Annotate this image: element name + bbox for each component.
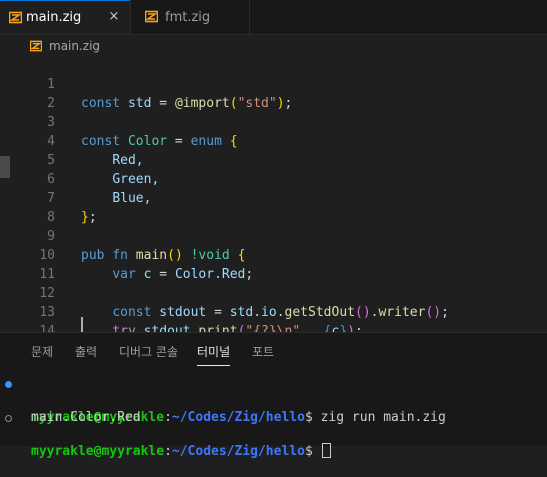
- panel-tabs: 문제 출력 디버그 콘솔 터미널 포트: [0, 333, 547, 369]
- terminal-line: myyrakle@myyrakle:~/Codes/Zig/hello$: [0, 409, 331, 459]
- tab-debug-console[interactable]: 디버그 콘솔: [119, 343, 178, 360]
- tab-label: main.zig: [26, 10, 82, 25]
- prompt-path: ~/Codes/Zig/hello: [171, 410, 305, 425]
- tab-fmt-zig[interactable]: fmt.zig: [130, 0, 250, 34]
- terminal-line: main.Color.Red: [0, 392, 141, 425]
- prompt-separator: :: [164, 444, 172, 459]
- prompt-user: myyrakle@myyrakle: [31, 444, 165, 459]
- zig-file-icon: [145, 10, 158, 23]
- command-success-icon[interactable]: [5, 381, 12, 388]
- text-cursor: [81, 317, 83, 332]
- code-line: 7 };: [0, 170, 547, 225]
- prompt-end: $: [304, 410, 313, 425]
- prompt-separator: :: [164, 410, 172, 425]
- code-line: 12 const stdout = std.io.getStdOut().wri…: [0, 265, 547, 320]
- tab-problems[interactable]: 문제: [31, 343, 53, 360]
- prompt-path: ~/Codes/Zig/hello: [171, 444, 305, 459]
- code-line: 2: [0, 75, 547, 111]
- tab-output[interactable]: 출력: [75, 343, 97, 360]
- code-line: 13 try stdout.print("{?}\n", .{c});: [0, 284, 547, 332]
- code-line: 8: [0, 189, 547, 225]
- terminal-command: [313, 444, 321, 459]
- terminal-prompt: myyrakle@myyrakle:~/Codes/Zig/hello$: [31, 443, 331, 460]
- terminal-cursor[interactable]: [321, 443, 331, 458]
- code-line: 6 Blue,: [0, 151, 547, 206]
- code-line: 5 Green,: [0, 132, 547, 187]
- code-editor[interactable]: 1 const std = @import("std"); 2 3 const …: [0, 56, 547, 332]
- close-icon[interactable]: ×: [106, 9, 122, 25]
- bottom-panel: 문제 출력 디버그 콘솔 터미널 포트 myyrakle@myyrakle:~/…: [0, 332, 547, 459]
- code-line: 3 const Color = enum {: [0, 94, 547, 149]
- tab-terminal[interactable]: 터미널: [197, 343, 231, 366]
- tab-main-zig[interactable]: main.zig ×: [0, 0, 130, 34]
- editor-tab-bar: main.zig × fmt.zig: [0, 0, 547, 35]
- code-line: 1 const std = @import("std");: [0, 56, 547, 111]
- terminal-line: myyrakle@myyrakle:~/Codes/Zig/hello$ zig…: [0, 375, 446, 425]
- zig-file-icon: [30, 40, 42, 52]
- code-line: 4 Red,: [0, 113, 547, 168]
- tab-ports[interactable]: 포트: [252, 343, 274, 360]
- code-line: 10 var c = Color.Red;: [0, 227, 547, 282]
- zig-file-icon: [9, 11, 22, 24]
- terminal-output: main.Color.Red: [31, 410, 141, 425]
- command-pending-icon[interactable]: [5, 415, 12, 422]
- code-line: 11: [0, 246, 547, 282]
- prompt-end: $: [304, 444, 313, 459]
- breadcrumb[interactable]: main.zig: [30, 37, 100, 55]
- terminal-command: zig run main.zig: [312, 410, 446, 425]
- code-line: 9 pub fn main() !void {: [0, 208, 547, 263]
- tab-label: fmt.zig: [165, 9, 211, 25]
